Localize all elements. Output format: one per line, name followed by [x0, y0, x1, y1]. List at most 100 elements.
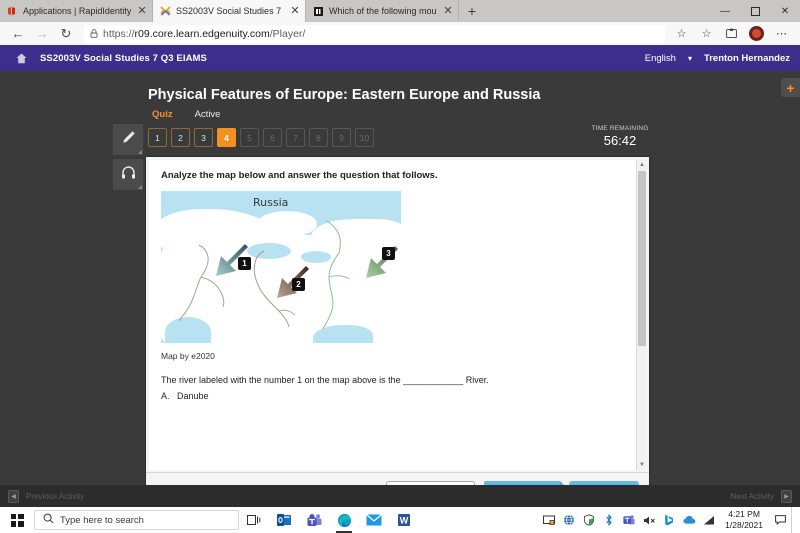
- outlook-icon[interactable]: [269, 507, 299, 533]
- security-shield-icon[interactable]: [579, 507, 599, 533]
- question-number-4[interactable]: 4: [217, 128, 236, 147]
- browser-tab-3[interactable]: Which of the following mountain ✕: [306, 0, 459, 22]
- chevron-down-icon[interactable]: ▾: [688, 54, 692, 63]
- profile-avatar[interactable]: [744, 24, 769, 44]
- bing-icon[interactable]: [659, 507, 679, 533]
- question-number-10[interactable]: 10: [355, 128, 374, 147]
- word-icon[interactable]: W: [389, 507, 419, 533]
- bluetooth-icon[interactable]: [599, 507, 619, 533]
- language-selector-label[interactable]: English: [645, 53, 676, 64]
- browser-tab-2[interactable]: SS2003V Social Studies 7 Q3 EIA ✕: [153, 0, 306, 22]
- question-number-5[interactable]: 5: [240, 128, 259, 147]
- browser-toolbar: ← → ↻ https://r09.core.learn.edgenuity.c…: [0, 22, 800, 45]
- signal-icon[interactable]: [699, 507, 719, 533]
- edgenuity-header: SS2003V Social Studies 7 Q3 EIAMS Englis…: [0, 45, 800, 71]
- search-input[interactable]: Type here to search: [34, 510, 239, 530]
- favorite-star-icon[interactable]: ☆: [669, 24, 694, 44]
- clock[interactable]: 4:21 PM 1/28/2021: [719, 509, 769, 530]
- pencil-icon: [120, 129, 137, 151]
- windows-start-icon[interactable]: [2, 507, 32, 533]
- volume-mute-icon[interactable]: [639, 507, 659, 533]
- favorites-add-icon[interactable]: ☆: [694, 24, 719, 44]
- task-view-icon[interactable]: [239, 507, 269, 533]
- edgenuity-icon: [160, 6, 171, 17]
- question-number-7[interactable]: 7: [286, 128, 305, 147]
- question-number-3[interactable]: 3: [194, 128, 213, 147]
- window-controls: — ✕: [710, 0, 800, 22]
- show-desktop-button[interactable]: [791, 507, 796, 533]
- quiz-card: Analyze the map below and answer the que…: [145, 156, 650, 509]
- monitor-icon[interactable]: [539, 507, 559, 533]
- map-marker-3: 3: [382, 247, 395, 260]
- address-bar[interactable]: https://r09.core.learn.edgenuity.com/Pla…: [84, 25, 665, 43]
- add-button[interactable]: +: [781, 78, 800, 97]
- tool-rail: [113, 124, 143, 194]
- screen: Applications | RapidIdentity ✕ SS2003V S…: [0, 0, 800, 533]
- browser-chrome: Applications | RapidIdentity ✕ SS2003V S…: [0, 0, 800, 45]
- network-globe-icon[interactable]: [559, 507, 579, 533]
- document-icon: [313, 6, 324, 17]
- close-icon[interactable]: ✕: [289, 5, 301, 17]
- scroll-down-icon[interactable]: ▼: [637, 460, 647, 470]
- next-activity-label[interactable]: Next Activity: [730, 492, 774, 501]
- notification-icon[interactable]: [769, 507, 791, 533]
- timer-label: TIME REMAINING: [585, 125, 655, 132]
- back-icon[interactable]: ←: [6, 24, 30, 44]
- scroll-up-icon[interactable]: ▲: [637, 160, 647, 170]
- home-icon[interactable]: [10, 45, 32, 71]
- teams-tray-icon[interactable]: [619, 507, 639, 533]
- timer: TIME REMAINING 56:42: [585, 125, 655, 148]
- more-options-icon[interactable]: ⋯: [769, 24, 794, 44]
- browser-tab-title: SS2003V Social Studies 7 Q3 EIA: [176, 6, 284, 16]
- close-button[interactable]: ✕: [770, 0, 800, 22]
- scrollbar-thumb[interactable]: [638, 171, 646, 346]
- next-activity-button[interactable]: ▶: [781, 490, 792, 503]
- teams-icon[interactable]: [299, 507, 329, 533]
- answer-option-a[interactable]: A. Danube: [161, 391, 638, 401]
- content-scrollbar[interactable]: ▲ ▼: [636, 160, 646, 470]
- question-prompt: Analyze the map below and answer the que…: [161, 170, 638, 181]
- user-name[interactable]: Trenton Hernandez: [704, 53, 790, 64]
- question-number-1[interactable]: 1: [148, 128, 167, 147]
- previous-activity-button[interactable]: ◀: [8, 490, 19, 503]
- question-number-9[interactable]: 9: [332, 128, 351, 147]
- forward-icon[interactable]: →: [30, 24, 54, 44]
- clock-date: 1/28/2021: [725, 520, 763, 531]
- onedrive-icon[interactable]: [679, 507, 699, 533]
- browser-tab-title: Applications | RapidIdentity: [23, 6, 131, 16]
- question-content: Analyze the map below and answer the que…: [149, 160, 638, 470]
- activity-status-label: Active: [195, 109, 221, 120]
- refresh-icon[interactable]: ↻: [54, 24, 78, 44]
- close-icon[interactable]: ✕: [136, 5, 148, 17]
- mail-icon[interactable]: [359, 507, 389, 533]
- new-tab-button[interactable]: +: [459, 0, 485, 22]
- browser-tab-1[interactable]: Applications | RapidIdentity ✕: [0, 0, 153, 22]
- map-marker-2: 2: [292, 278, 305, 291]
- course-title: SS2003V Social Studies 7 Q3 EIAMS: [40, 53, 207, 64]
- question-number-8[interactable]: 8: [309, 128, 328, 147]
- edge-icon[interactable]: [329, 507, 359, 533]
- previous-activity-label[interactable]: Previous Activity: [26, 492, 84, 501]
- answer-option-letter: A.: [161, 391, 170, 401]
- minimize-button[interactable]: —: [710, 0, 740, 22]
- question-number-list: 1 2 3 4 5 6 7 8 9 10: [148, 128, 374, 147]
- collections-icon[interactable]: [719, 24, 744, 44]
- svg-text:W: W: [400, 516, 409, 526]
- close-icon[interactable]: ✕: [442, 5, 454, 17]
- browser-tab-title: Which of the following mountain: [329, 6, 437, 16]
- highlighter-tool[interactable]: [113, 124, 143, 155]
- question-number-6[interactable]: 6: [263, 128, 282, 147]
- lesson-body: Physical Features of Europe: Eastern Eur…: [0, 71, 800, 485]
- clock-time: 4:21 PM: [728, 509, 760, 520]
- activity-type-label: Quiz: [152, 109, 173, 120]
- browser-tabstrip: Applications | RapidIdentity ✕ SS2003V S…: [0, 0, 800, 22]
- audio-tool[interactable]: [113, 159, 143, 190]
- activity-nav: ◀ Previous Activity Next Activity ▶: [0, 485, 800, 507]
- question-number-2[interactable]: 2: [171, 128, 190, 147]
- search-icon: [43, 511, 54, 529]
- windows-taskbar: Type here to search W: [0, 507, 800, 533]
- system-tray: 4:21 PM 1/28/2021: [539, 507, 798, 533]
- maximize-button[interactable]: [740, 0, 770, 22]
- lesson-subheader: Quiz Active: [152, 109, 220, 120]
- map-credit: Map by e2020: [161, 351, 638, 361]
